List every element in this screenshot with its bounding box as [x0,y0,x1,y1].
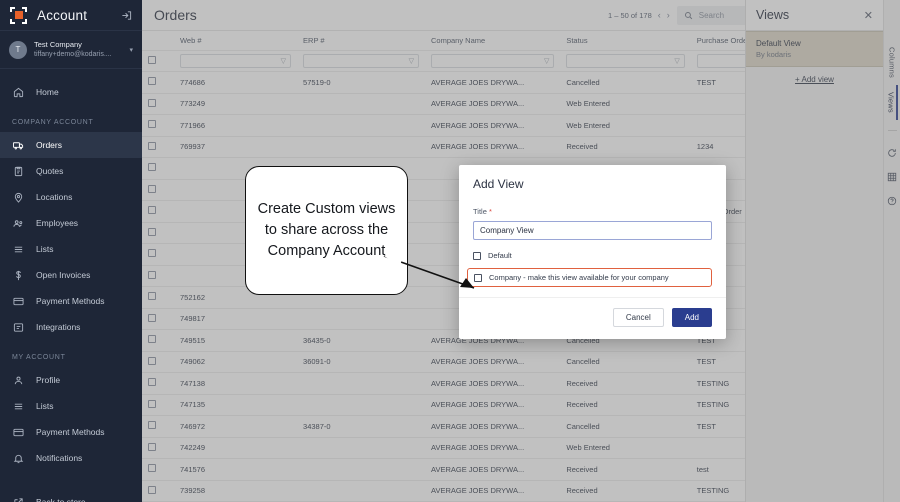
user-icon [12,375,24,386]
sidebar-item-my-lists[interactable]: Lists [0,393,142,419]
sidebar-item-integrations[interactable]: Integrations [0,314,142,340]
sidebar-item-locations[interactable]: Locations [0,184,142,210]
sidebar-item-back-to-store[interactable]: Back to store [0,489,142,502]
account-company: Test Company [34,39,82,49]
sidebar-item-label: Employees [36,218,79,228]
add-button[interactable]: Add [671,308,712,327]
sidebar-item-label: Profile [36,375,61,385]
company-checkbox-row[interactable]: Company - make this view available for y… [467,268,712,287]
bell-icon [12,453,24,464]
card-icon [12,427,24,438]
clipboard-icon [12,166,24,177]
sidebar-brand: Account [0,0,142,31]
sidebar-item-employees[interactable]: Employees [0,210,142,236]
modal-body: Title * Default Company - make this view… [459,199,726,297]
cancel-button[interactable]: Cancel [612,308,664,327]
sidebar-item-label: Open Invoices [36,270,91,280]
sidebar-item-label: Back to store [36,497,86,502]
logout-icon[interactable] [121,10,132,21]
sidebar-item-label: Lists [36,401,54,411]
sidebar-item-label: Lists [36,244,54,254]
truck-icon [12,140,24,151]
sidebar-item-lists[interactable]: Lists [0,236,142,262]
card-icon [12,296,24,307]
sidebar-item-label: Locations [36,192,73,202]
brand-title: Account [37,7,88,23]
pin-icon [12,192,24,203]
sidebar-item-label: Payment Methods [36,296,105,306]
callout-text: Create Custom views to share across the … [257,201,396,259]
list-icon [12,401,24,412]
sidebar-item-open-invoices[interactable]: Open Invoices [0,262,142,288]
sidebar-item-label: Orders [36,140,62,150]
avatar: T [9,40,27,59]
sidebar-item-label: Quotes [36,166,64,176]
sidebar-section-company: COMPANY ACCOUNT [12,119,94,126]
account-switcher[interactable]: T Test Company tiffany+demo@kodaris.... … [0,31,142,69]
sidebar-item-my-payment-methods[interactable]: Payment Methods [0,419,142,445]
sidebar-item-label: Home [36,87,59,97]
sidebar-section-my-account: MY ACCOUNT [12,354,66,361]
modal-header: Add View [459,165,726,199]
view-title-input[interactable] [473,221,712,240]
integration-icon [12,322,24,333]
add-view-modal: Add View Title * Default Company - make … [459,165,726,339]
callout-pointer [383,252,475,289]
sidebar-item-label: Integrations [36,322,81,332]
sidebar-item-orders[interactable]: Orders [0,132,142,158]
home-icon [12,87,24,98]
chevron-down-icon[interactable]: ▾ [129,46,133,54]
sidebar-item-home[interactable]: Home [0,79,142,105]
external-link-icon [12,497,24,502]
title-field-label: Title * [473,207,712,216]
sidebar-item-profile[interactable]: Profile [0,367,142,393]
app-root: Account T Test Company tiffany+demo@koda… [0,0,900,502]
sidebar-item-notifications[interactable]: Notifications [0,445,142,471]
company-checkbox-label: Company - make this view available for y… [489,273,669,282]
brand-logo-icon [10,6,27,24]
modal-footer: Cancel Add [459,297,726,339]
default-checkbox-row[interactable]: Default [473,251,712,260]
account-text: Test Company tiffany+demo@kodaris.... [34,40,122,60]
main-content: Orders 1 – 50 of 178 ‹ › Search Actions … [142,0,900,502]
people-icon [12,218,24,229]
sidebar-item-payment-methods[interactable]: Payment Methods [0,288,142,314]
dollar-icon [12,270,24,281]
list-icon [12,244,24,255]
modal-title: Add View [473,177,524,191]
sidebar: Account T Test Company tiffany+demo@koda… [0,0,142,502]
required-asterisk: * [488,207,492,216]
account-email: tiffany+demo@kodaris.... [34,50,112,58]
sidebar-item-label: Notifications [36,453,83,463]
title-label-text: Title [473,207,487,216]
sidebar-item-quotes[interactable]: Quotes [0,158,142,184]
sidebar-item-label: Payment Methods [36,427,105,437]
